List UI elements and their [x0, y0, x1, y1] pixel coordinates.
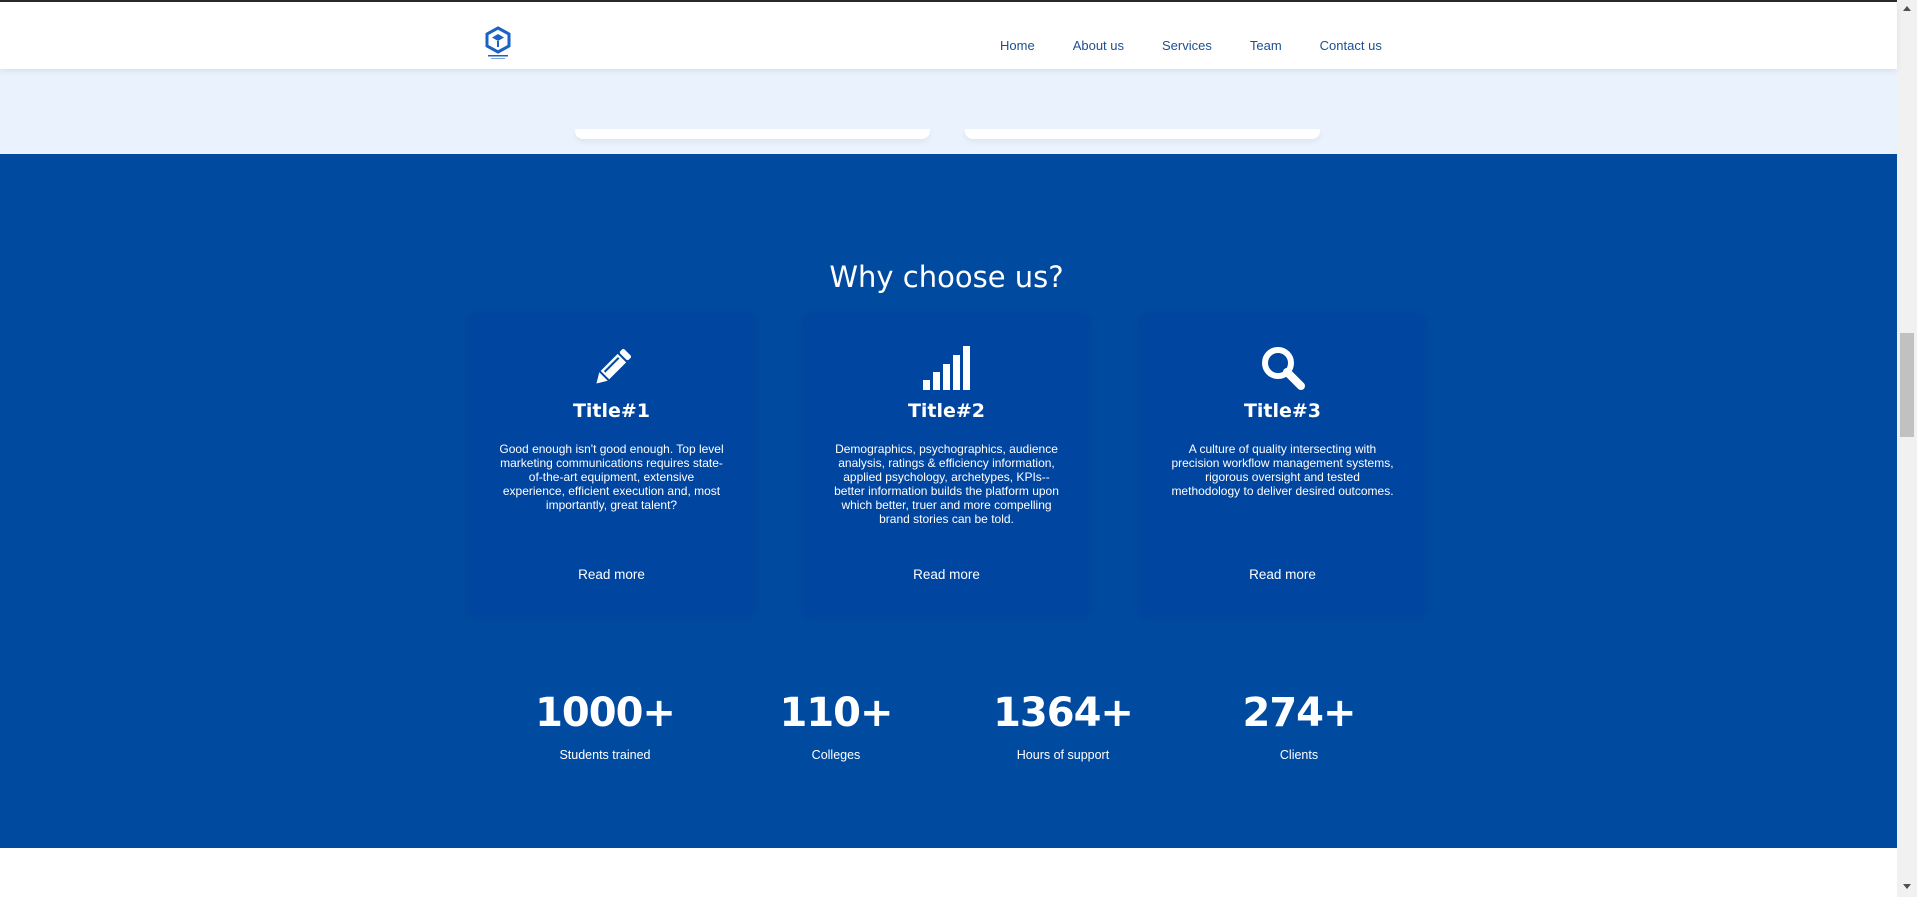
- read-more-link[interactable]: Read more: [1140, 567, 1425, 582]
- stat-label: Students trained: [559, 748, 651, 762]
- stat-students-trained: 1000+ Students trained: [505, 690, 705, 762]
- scrollbar-thumb[interactable]: [1900, 333, 1914, 437]
- stat-clients: 274+ Clients: [1199, 690, 1399, 762]
- card-description: A culture of quality intersecting with p…: [1171, 442, 1394, 498]
- stat-value: 110+: [779, 690, 893, 736]
- stat-value: 274+: [1242, 690, 1356, 736]
- stat-label: Colleges: [811, 748, 861, 762]
- signal-bars-icon: [804, 344, 1089, 392]
- feature-card-3: Title#3 A culture of quality intersectin…: [1140, 314, 1425, 617]
- pencil-icon: [469, 344, 754, 392]
- scroll-up-arrow-icon[interactable]: [1903, 6, 1911, 11]
- hexagon-logo-icon[interactable]: [484, 26, 512, 60]
- read-more-link[interactable]: Read more: [469, 567, 754, 582]
- previous-card-edge-2: [965, 129, 1320, 139]
- feature-card-1: Title#1 Good enough isn't good enough. T…: [469, 314, 754, 617]
- card-description: Demographics, psychographics, audience a…: [834, 442, 1059, 526]
- site-header: Home About us Services Team Contact us: [0, 2, 1897, 69]
- nav-about-us[interactable]: About us: [1073, 38, 1124, 53]
- search-icon: [1140, 344, 1425, 392]
- stat-value: 1000+: [535, 690, 676, 736]
- stat-label: Clients: [1279, 748, 1319, 762]
- feature-card-2: Title#2 Demographics, psychographics, au…: [804, 314, 1089, 617]
- scroll-down-arrow-icon[interactable]: [1903, 884, 1911, 889]
- stat-colleges: 110+ Colleges: [736, 690, 936, 762]
- stat-value: 1364+: [993, 690, 1134, 736]
- nav-services[interactable]: Services: [1162, 38, 1212, 53]
- previous-section-band: [0, 69, 1897, 154]
- card-title: Title#3: [1243, 400, 1322, 422]
- nav-team[interactable]: Team: [1250, 38, 1282, 53]
- page-scrollbar[interactable]: [1897, 0, 1917, 897]
- main-nav: Home About us Services Team Contact us: [1000, 38, 1420, 53]
- nav-contact-us[interactable]: Contact us: [1320, 38, 1382, 53]
- why-choose-us-section: Why choose us? Title#1 Good enough isn't…: [0, 154, 1897, 848]
- card-title: Title#1: [572, 400, 651, 422]
- card-description: Good enough isn't good enough. Top level…: [499, 442, 724, 512]
- read-more-link[interactable]: Read more: [804, 567, 1089, 582]
- nav-home[interactable]: Home: [1000, 38, 1035, 53]
- card-title: Title#2: [907, 400, 986, 422]
- stat-hours-of-support: 1364+ Hours of support: [963, 690, 1163, 762]
- stat-label: Hours of support: [1016, 748, 1110, 762]
- section-title: Why choose us?: [829, 260, 1064, 295]
- previous-card-edge-1: [575, 129, 930, 139]
